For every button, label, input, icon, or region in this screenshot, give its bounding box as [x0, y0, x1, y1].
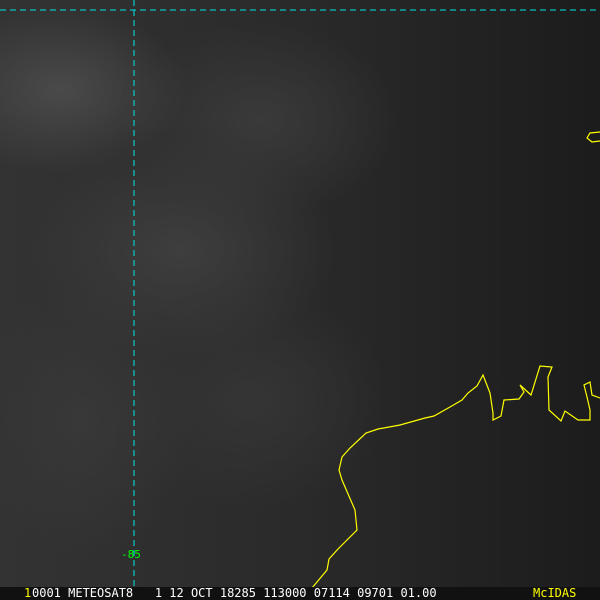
- mcidas-brand: McIDAS: [533, 586, 577, 600]
- island-coastline: [586, 131, 600, 143]
- coastline: [311, 365, 600, 589]
- status-bar: 1 0001 METEOSAT8 1 12 OCT 18285 113000 0…: [0, 587, 600, 600]
- frame-number: 1: [24, 586, 32, 600]
- satellite-image-view[interactable]: -85 1 0001 METEOSAT8 1 12 OCT 18285 1130…: [0, 0, 600, 600]
- image-info: 0001 METEOSAT8 1 12 OCT 18285 113000 071…: [32, 586, 437, 600]
- longitude-label: -85: [121, 548, 141, 561]
- map-overlay: [0, 0, 600, 589]
